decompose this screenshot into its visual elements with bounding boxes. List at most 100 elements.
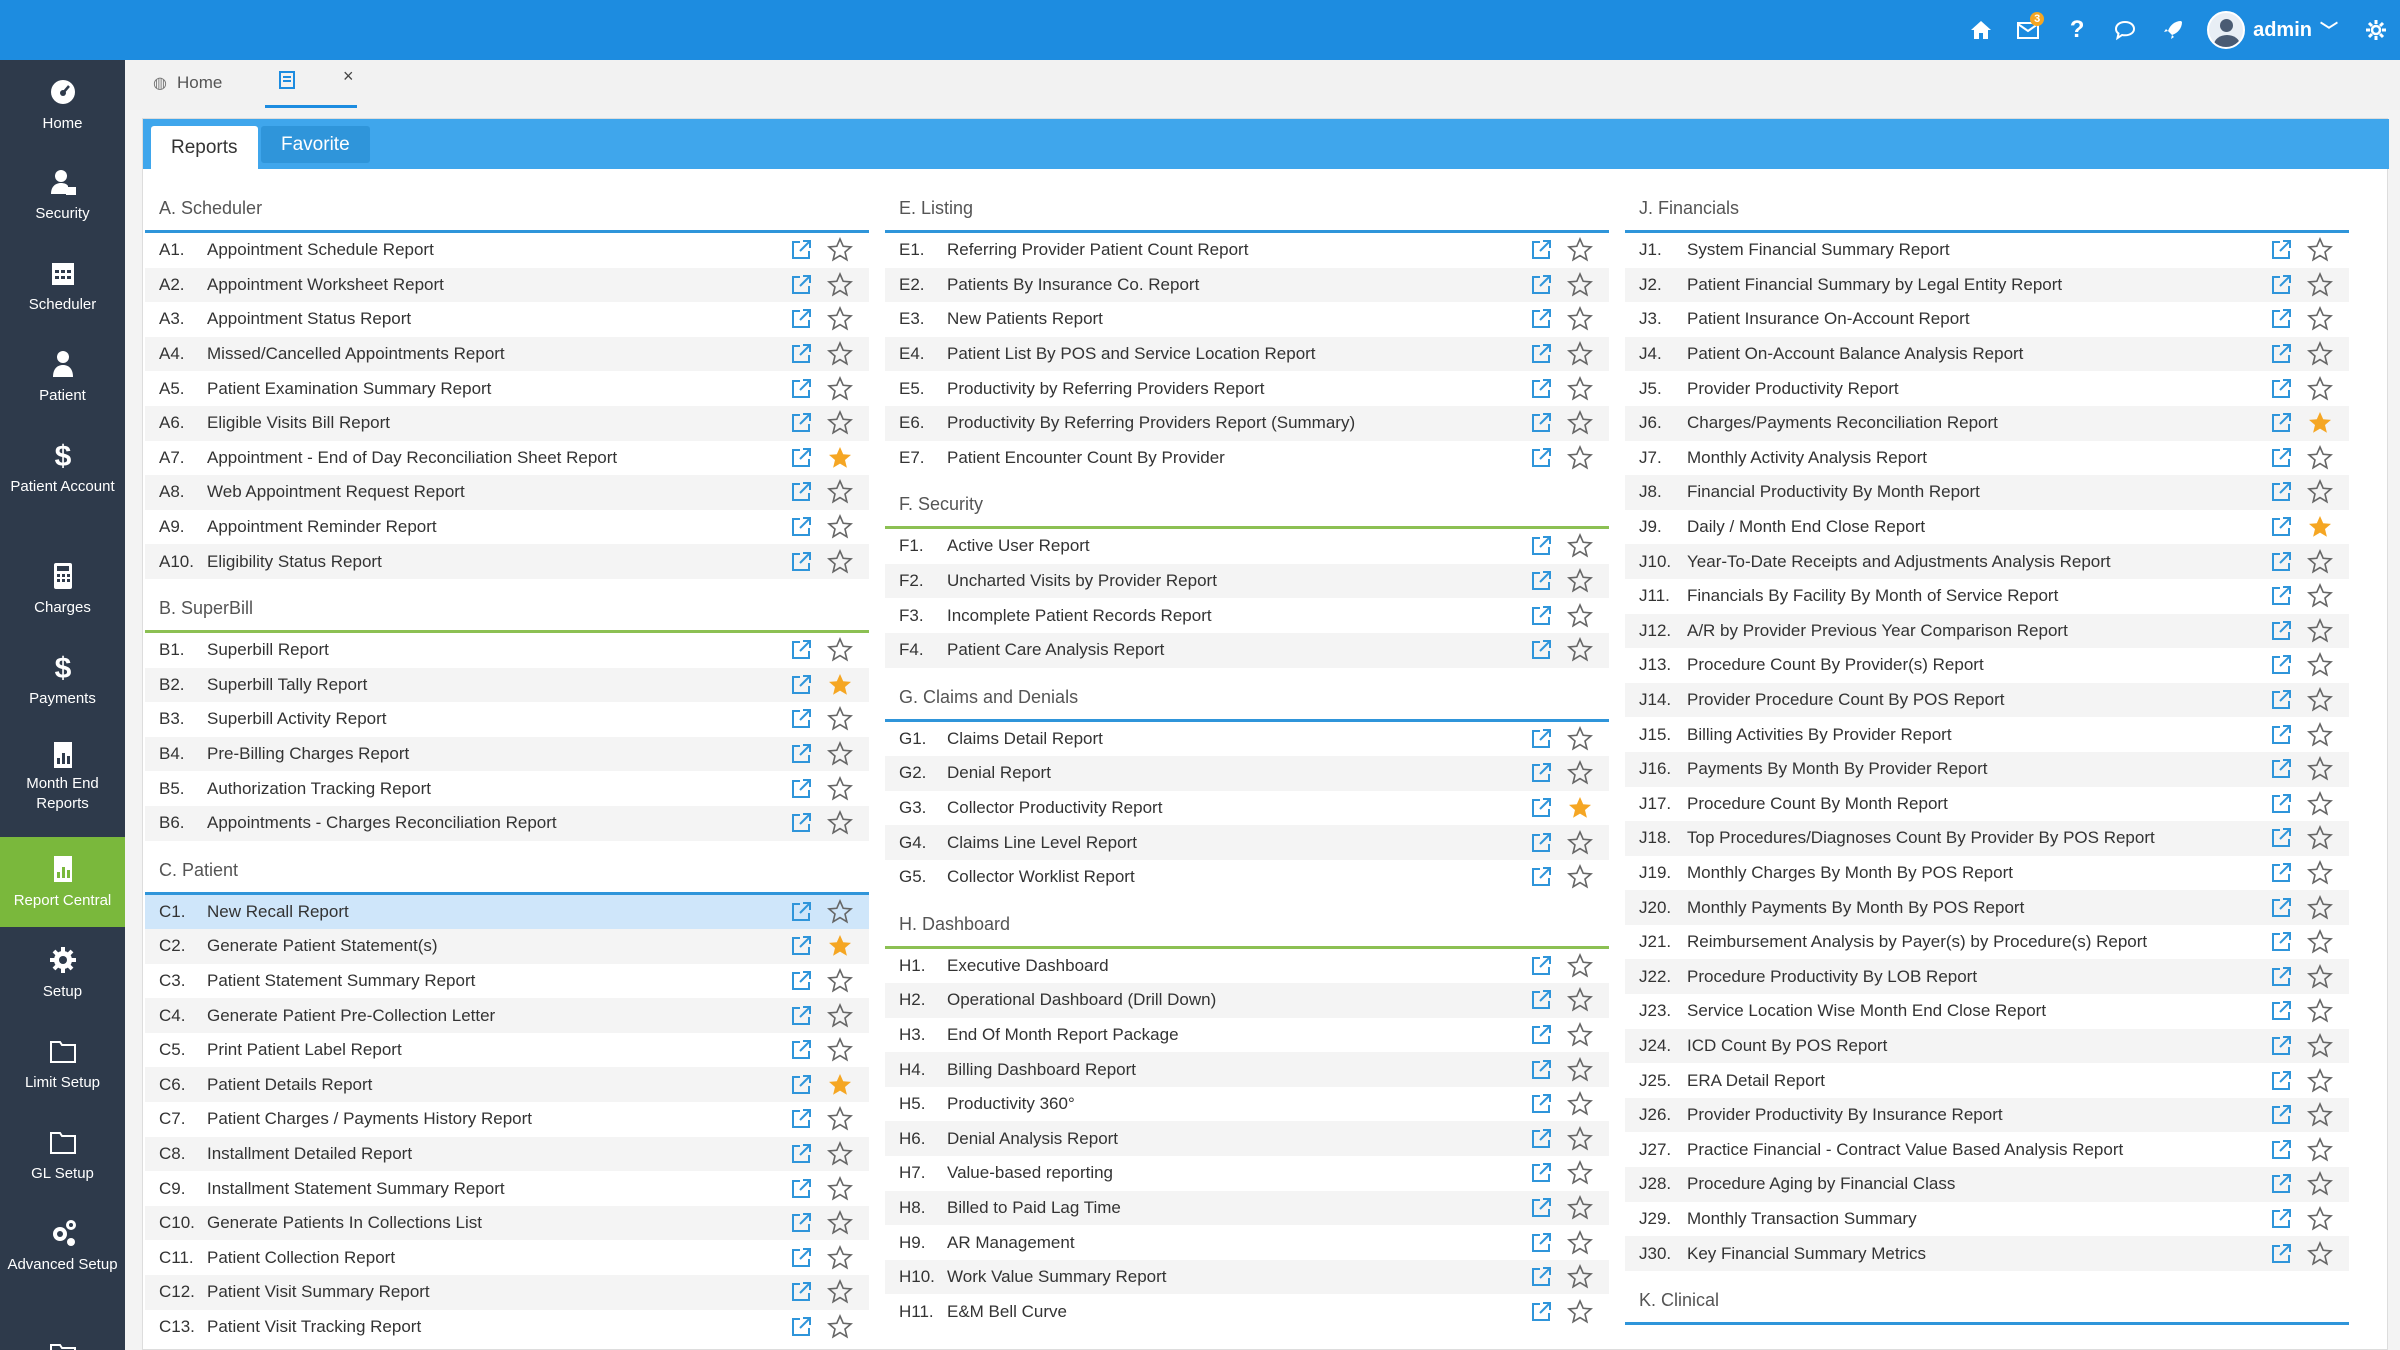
star-filled-icon[interactable] [827, 445, 853, 471]
tab-report-central[interactable]: × [265, 60, 357, 108]
sidebar-item-security[interactable]: Security [0, 150, 125, 238]
report-row[interactable]: E6. Productivity By Referring Providers R… [885, 405, 1609, 441]
report-name[interactable]: ERA Detail Report [1687, 1071, 2269, 1091]
star-outline-icon[interactable] [2307, 617, 2333, 644]
star-outline-icon[interactable] [2307, 1067, 2333, 1094]
report-name[interactable]: Productivity by Referring Providers Repo… [947, 379, 1529, 399]
star-outline-icon[interactable] [1567, 1021, 1593, 1048]
open-external-icon[interactable] [789, 238, 813, 262]
star-outline-icon[interactable] [1567, 602, 1593, 629]
report-name[interactable]: Patient List By POS and Service Location… [947, 344, 1529, 364]
report-name[interactable]: Patient Visit Tracking Report [207, 1317, 789, 1337]
open-external-icon[interactable] [789, 1038, 813, 1062]
open-external-icon[interactable] [1529, 1231, 1553, 1255]
star-outline-icon[interactable] [827, 898, 853, 925]
open-external-icon[interactable] [789, 411, 813, 435]
report-row[interactable]: E4. Patient List By POS and Service Locat… [885, 336, 1609, 372]
star-outline-icon[interactable] [2307, 341, 2333, 367]
report-name[interactable]: Collector Worklist Report [947, 867, 1529, 887]
star-outline-icon[interactable] [2307, 963, 2333, 990]
star-outline-icon[interactable] [2307, 1032, 2333, 1059]
star-outline-icon[interactable] [1567, 987, 1593, 1013]
star-outline-icon[interactable] [827, 1313, 853, 1340]
report-name[interactable]: Monthly Transaction Summary [1687, 1209, 2269, 1229]
report-row[interactable]: H4. Billing Dashboard Report [885, 1052, 1609, 1087]
star-outline-icon[interactable] [1567, 1194, 1593, 1221]
report-name[interactable]: Missed/Cancelled Appointments Report [207, 344, 789, 364]
report-row[interactable]: J17. Procedure Count By Month Report [1625, 787, 2349, 822]
open-external-icon[interactable] [1529, 865, 1553, 889]
star-outline-icon[interactable] [2307, 652, 2333, 678]
report-row[interactable]: J1. System Financial Summary Report [1625, 233, 2349, 268]
star-outline-icon[interactable] [2307, 548, 2333, 575]
star-outline-icon[interactable] [1567, 637, 1593, 663]
report-row[interactable]: H11. E&M Bell Curve [885, 1294, 1609, 1329]
report-name[interactable]: Claims Detail Report [947, 729, 1529, 749]
open-external-icon[interactable] [1529, 1161, 1553, 1185]
report-name[interactable]: New Patients Report [947, 309, 1529, 329]
report-name[interactable]: Referring Provider Patient Count Report [947, 240, 1529, 260]
open-external-icon[interactable] [789, 1177, 813, 1201]
open-external-icon[interactable] [1529, 342, 1553, 366]
open-external-icon[interactable] [2269, 792, 2293, 816]
report-row[interactable]: J12. A/R by Provider Previous Year Compar… [1625, 613, 2349, 649]
report-name[interactable]: Productivity 360° [947, 1094, 1529, 1114]
report-row[interactable]: B2. Superbill Tally Report [145, 667, 869, 703]
report-row[interactable]: J16. Payments By Month By Provider Report [1625, 751, 2349, 787]
star-outline-icon[interactable] [1567, 1298, 1593, 1325]
report-row[interactable]: E2. Patients By Insurance Co. Report [885, 267, 1609, 303]
open-external-icon[interactable] [2269, 307, 2293, 331]
open-external-icon[interactable] [789, 273, 813, 297]
home-icon[interactable] [1957, 0, 2005, 60]
star-outline-icon[interactable] [1567, 271, 1593, 298]
report-name[interactable]: AR Management [947, 1233, 1529, 1253]
report-name[interactable]: Procedure Count By Provider(s) Report [1687, 655, 2269, 675]
star-outline-icon[interactable] [1567, 1160, 1593, 1186]
report-name[interactable]: Billed to Paid Lag Time [947, 1198, 1529, 1218]
report-row[interactable]: A3. Appointment Status Report [145, 302, 869, 337]
open-external-icon[interactable] [789, 1142, 813, 1166]
report-name[interactable]: Installment Statement Summary Report [207, 1179, 789, 1199]
open-external-icon[interactable] [1529, 1196, 1553, 1220]
star-outline-icon[interactable] [1567, 760, 1593, 786]
report-row[interactable]: J20. Monthly Payments By Month By POS Rep… [1625, 890, 2349, 925]
star-outline-icon[interactable] [1567, 341, 1593, 367]
rocket-icon[interactable] [2149, 0, 2197, 60]
star-outline-icon[interactable] [1567, 1091, 1593, 1117]
open-external-icon[interactable] [1529, 238, 1553, 262]
open-external-icon[interactable] [2269, 446, 2293, 470]
star-filled-icon[interactable] [2307, 514, 2333, 540]
report-row[interactable]: H3. End Of Month Report Package [885, 1018, 1609, 1053]
report-name[interactable]: Generate Patient Pre-Collection Letter [207, 1006, 789, 1026]
report-name[interactable]: Value-based reporting [947, 1163, 1529, 1183]
open-external-icon[interactable] [2269, 273, 2293, 297]
report-name[interactable]: Patient Care Analysis Report [947, 640, 1529, 660]
help-icon[interactable]: ? [2053, 0, 2101, 60]
star-outline-icon[interactable] [827, 1279, 853, 1305]
open-external-icon[interactable] [2269, 1207, 2293, 1231]
report-name[interactable]: ICD Count By POS Report [1687, 1036, 2269, 1056]
star-outline-icon[interactable] [827, 271, 853, 298]
open-external-icon[interactable] [2269, 377, 2293, 401]
star-outline-icon[interactable] [827, 1037, 853, 1063]
sidebar-item-report-central[interactable]: Report Central [0, 837, 125, 927]
open-external-icon[interactable] [2269, 757, 2293, 781]
star-outline-icon[interactable] [2307, 859, 2333, 886]
star-outline-icon[interactable] [2307, 687, 2333, 713]
open-external-icon[interactable] [2269, 930, 2293, 954]
report-name[interactable]: Patient Insurance On-Account Report [1687, 309, 2269, 329]
open-external-icon[interactable] [1529, 831, 1553, 855]
report-row[interactable]: C7. Patient Charges / Payments History Re… [145, 1102, 869, 1137]
open-external-icon[interactable] [2269, 1172, 2293, 1196]
open-external-icon[interactable] [1529, 273, 1553, 297]
report-row[interactable]: C2. Generate Patient Statement(s) [145, 929, 869, 964]
report-row[interactable]: J9. Daily / Month End Close Report [1625, 510, 2349, 545]
open-external-icon[interactable] [2269, 1034, 2293, 1058]
open-external-icon[interactable] [1529, 569, 1553, 593]
mail-icon[interactable]: 3 [2005, 0, 2053, 60]
report-name[interactable]: Denial Analysis Report [947, 1129, 1529, 1149]
report-row[interactable]: H5. Productivity 360° [885, 1087, 1609, 1122]
report-name[interactable]: Executive Dashboard [947, 956, 1529, 976]
star-outline-icon[interactable] [827, 1106, 853, 1132]
tab-home[interactable]: ◍ Home [153, 60, 222, 106]
